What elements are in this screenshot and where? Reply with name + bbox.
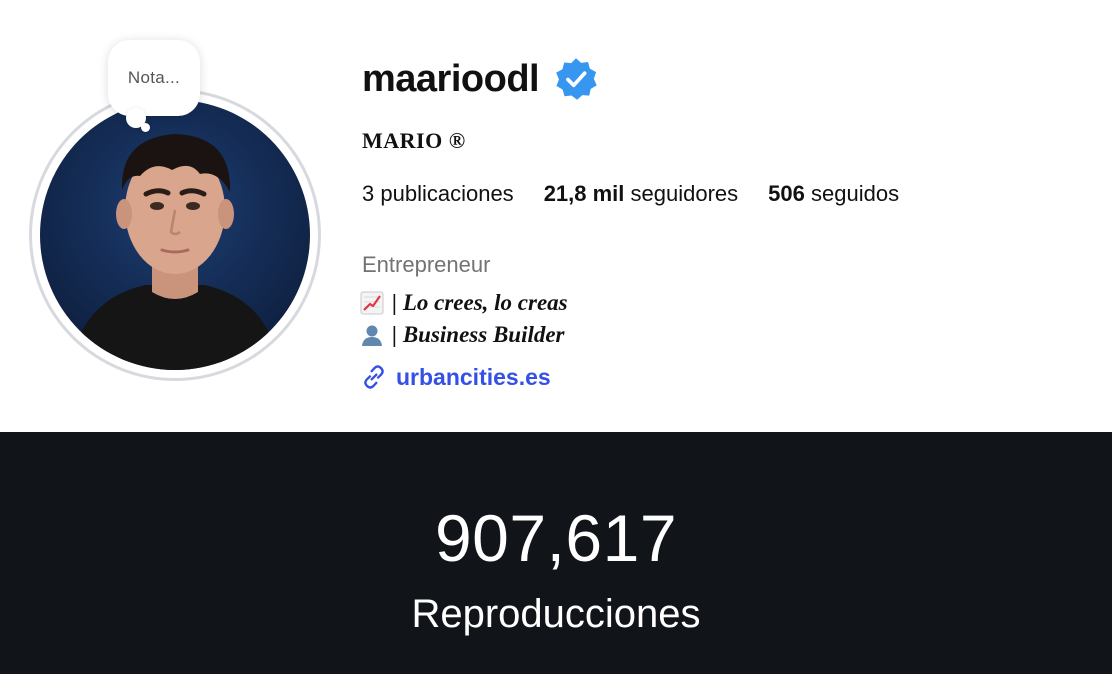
- posts-label: publicaciones: [380, 181, 514, 206]
- views-panel: 907,617 Reproducciones: [0, 432, 1112, 674]
- views-count: 907,617: [434, 501, 678, 575]
- note-bubble[interactable]: Nota...: [108, 40, 200, 116]
- link-icon: [364, 365, 384, 389]
- note-bubble-tail-small: [141, 123, 150, 132]
- verified-badge-icon: [556, 58, 597, 100]
- avatar[interactable]: [40, 100, 310, 370]
- profile-stats: 3 publicaciones 21,8 mil seguidores 506 …: [362, 181, 929, 207]
- username[interactable]: maarioodl: [362, 58, 540, 101]
- followers-count: 21,8 mil: [543, 181, 625, 206]
- website-link-row[interactable]: urbancities.es: [360, 363, 551, 391]
- profile-header: Nota... maarioodl MARIO ® 3 publicacione…: [0, 0, 1112, 432]
- posts-count: 3: [362, 181, 375, 206]
- bio-line: | Business Builder: [360, 322, 565, 348]
- website-link[interactable]: urbancities.es: [396, 364, 551, 391]
- stat-following[interactable]: 506 seguidos: [768, 181, 899, 207]
- stat-followers[interactable]: 21,8 mil seguidores: [544, 181, 738, 207]
- stat-posts: 3 publicaciones: [362, 181, 514, 207]
- views-label: Reproducciones: [411, 592, 701, 636]
- chart-increasing-icon: [360, 291, 384, 315]
- followers-label: seguidores: [630, 181, 739, 206]
- bust-silhouette-icon: [362, 325, 382, 346]
- bio-line: | Lo crees, lo creas: [360, 290, 568, 316]
- full-name: MARIO ®: [362, 128, 466, 153]
- avatar-photo: [70, 134, 280, 370]
- following-count: 506: [768, 181, 805, 206]
- avatar-ring[interactable]: [29, 89, 321, 381]
- following-label: seguidos: [811, 181, 900, 206]
- username-row: maarioodl: [362, 56, 599, 102]
- bio-text-2: | Business Builder: [392, 322, 565, 347]
- bio-text-1: | Lo crees, lo creas: [392, 290, 568, 315]
- profile-category: Entrepreneur: [362, 252, 491, 277]
- note-text: Nota...: [127, 68, 181, 87]
